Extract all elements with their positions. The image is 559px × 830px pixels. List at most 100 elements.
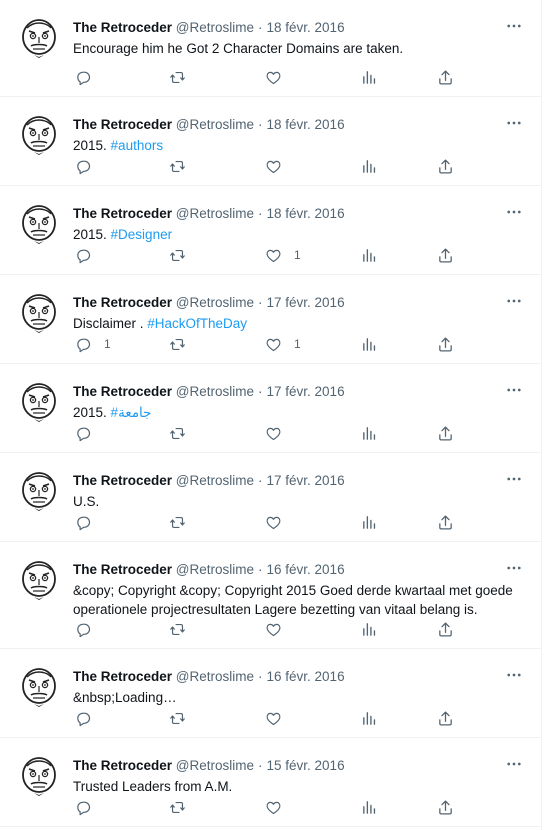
author-name[interactable]: The Retroceder <box>73 206 172 221</box>
author-name[interactable]: The Retroceder <box>73 384 172 399</box>
tweet[interactable]: The Retroceder @Retroslime · 18 févr. 2016… <box>0 186 542 275</box>
tweet[interactable]: The Retroceder @Retroslime · 17 févr. 2016… <box>0 275 542 364</box>
hashtag-link[interactable]: #جامعة <box>111 405 152 420</box>
retweet-button[interactable] <box>169 334 186 354</box>
author-name[interactable]: The Retroceder <box>73 562 172 577</box>
avatar[interactable] <box>19 380 59 424</box>
author-name[interactable]: The Retroceder <box>73 473 172 488</box>
share-button[interactable] <box>437 334 454 354</box>
tweet-date[interactable]: 18 févr. 2016 <box>267 20 345 35</box>
retweet-button[interactable] <box>169 619 186 639</box>
tweet-date[interactable]: 18 févr. 2016 <box>267 206 345 221</box>
retweet-button[interactable] <box>169 708 186 728</box>
author-handle[interactable]: @Retroslime <box>176 758 254 773</box>
avatar[interactable] <box>19 754 59 798</box>
share-button[interactable] <box>437 619 454 639</box>
retweet-button[interactable] <box>169 797 186 817</box>
reply-button[interactable] <box>75 619 104 639</box>
avatar[interactable] <box>19 16 59 60</box>
tweet-date[interactable]: 15 févr. 2016 <box>267 758 345 773</box>
tweet-date[interactable]: 17 févr. 2016 <box>267 473 345 488</box>
views-button[interactable] <box>361 797 378 817</box>
reply-button[interactable] <box>75 67 104 87</box>
author-handle[interactable]: @Retroslime <box>176 206 254 221</box>
views-button[interactable] <box>361 245 378 265</box>
retweet-button[interactable] <box>169 423 186 443</box>
hashtag-link[interactable]: #HackOfTheDay <box>147 316 247 331</box>
like-button[interactable]: 1 <box>265 245 301 265</box>
share-button[interactable] <box>437 423 454 443</box>
like-button[interactable] <box>265 619 294 639</box>
more-icon[interactable] <box>504 754 524 774</box>
more-icon[interactable] <box>504 291 524 311</box>
author-handle[interactable]: @Retroslime <box>176 562 254 577</box>
hashtag-link[interactable]: #Designer <box>111 227 173 242</box>
retweet-button[interactable] <box>169 512 186 532</box>
views-button[interactable] <box>361 423 378 443</box>
reply-button[interactable] <box>75 797 104 817</box>
tweet[interactable]: The Retroceder @Retroslime · 17 févr. 2016… <box>0 453 542 542</box>
more-icon[interactable] <box>504 469 524 489</box>
reply-button[interactable] <box>75 708 104 728</box>
author-handle[interactable]: @Retroslime <box>176 473 254 488</box>
tweet-date[interactable]: 16 févr. 2016 <box>267 669 345 684</box>
avatar[interactable] <box>19 665 59 709</box>
tweet-date[interactable]: 17 févr. 2016 <box>267 295 345 310</box>
tweet-date[interactable]: 18 févr. 2016 <box>267 117 345 132</box>
views-button[interactable] <box>361 708 378 728</box>
tweet[interactable]: The Retroceder @Retroslime · 16 févr. 2016… <box>0 649 542 738</box>
author-name[interactable]: The Retroceder <box>73 117 172 132</box>
reply-button[interactable] <box>75 423 104 443</box>
like-button[interactable] <box>265 708 294 728</box>
author-handle[interactable]: @Retroslime <box>176 669 254 684</box>
avatar[interactable] <box>19 113 59 157</box>
tweet-date[interactable]: 17 févr. 2016 <box>267 384 345 399</box>
like-button[interactable] <box>265 512 294 532</box>
author-handle[interactable]: @Retroslime <box>176 117 254 132</box>
share-button[interactable] <box>437 512 454 532</box>
reply-button[interactable] <box>75 245 104 265</box>
avatar[interactable] <box>19 558 59 602</box>
retweet-button[interactable] <box>169 245 186 265</box>
retweet-button[interactable] <box>169 156 186 176</box>
views-button[interactable] <box>361 67 378 87</box>
tweet[interactable]: The Retroceder @Retroslime · 18 févr. 2016… <box>0 0 542 97</box>
author-name[interactable]: The Retroceder <box>73 20 172 35</box>
share-button[interactable] <box>437 245 454 265</box>
more-icon[interactable] <box>504 16 524 36</box>
tweet[interactable]: The Retroceder @Retroslime · 18 févr. 2016… <box>0 97 542 186</box>
share-button[interactable] <box>437 67 454 87</box>
share-button[interactable] <box>437 156 454 176</box>
tweet[interactable]: The Retroceder @Retroslime · 15 févr. 2016… <box>0 738 542 827</box>
more-icon[interactable] <box>504 380 524 400</box>
author-handle[interactable]: @Retroslime <box>176 384 254 399</box>
author-name[interactable]: The Retroceder <box>73 669 172 684</box>
avatar[interactable] <box>19 291 59 335</box>
share-button[interactable] <box>437 797 454 817</box>
more-icon[interactable] <box>504 665 524 685</box>
tweet[interactable]: The Retroceder @Retroslime · 17 févr. 2016… <box>0 364 542 453</box>
avatar[interactable] <box>19 469 59 513</box>
avatar[interactable] <box>19 202 59 246</box>
views-button[interactable] <box>361 156 378 176</box>
author-handle[interactable]: @Retroslime <box>176 20 254 35</box>
views-button[interactable] <box>361 334 378 354</box>
like-button[interactable]: 1 <box>265 334 301 354</box>
more-icon[interactable] <box>504 558 524 578</box>
author-name[interactable]: The Retroceder <box>73 295 172 310</box>
views-button[interactable] <box>361 512 378 532</box>
views-button[interactable] <box>361 619 378 639</box>
author-name[interactable]: The Retroceder <box>73 758 172 773</box>
like-button[interactable] <box>265 67 294 87</box>
like-button[interactable] <box>265 423 294 443</box>
like-button[interactable] <box>265 156 294 176</box>
more-icon[interactable] <box>504 113 524 133</box>
share-button[interactable] <box>437 708 454 728</box>
more-icon[interactable] <box>504 202 524 222</box>
reply-button[interactable] <box>75 156 104 176</box>
author-handle[interactable]: @Retroslime <box>176 295 254 310</box>
tweet[interactable]: The Retroceder @Retroslime · 16 févr. 2016… <box>0 542 542 649</box>
reply-button[interactable] <box>75 512 104 532</box>
like-button[interactable] <box>265 797 294 817</box>
retweet-button[interactable] <box>169 67 186 87</box>
